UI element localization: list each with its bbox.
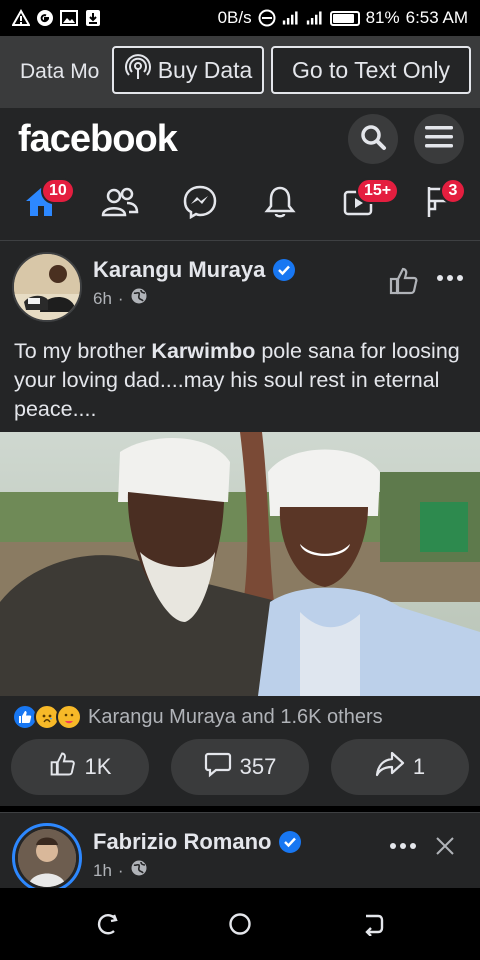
like-button[interactable]: 1K: [11, 739, 149, 795]
tab-bar: 10 15+ 3: [0, 178, 480, 238]
home-badge: 10: [41, 178, 75, 204]
share-icon: [375, 750, 405, 784]
google-icon: [36, 9, 54, 27]
share-count: 1: [412, 754, 426, 779]
post-meta: 1h ·: [93, 859, 148, 882]
author-avatar[interactable]: [12, 823, 82, 893]
author-name-label: Fabrizio Romano: [93, 829, 272, 854]
comment-button[interactable]: 357: [171, 739, 309, 795]
home-nav-icon[interactable]: [228, 912, 252, 936]
post-photo[interactable]: [0, 432, 480, 696]
friends-icon: [100, 186, 140, 223]
page-like-icon[interactable]: [388, 265, 420, 297]
marketplace-badge: 3: [440, 178, 466, 204]
tab-notifications[interactable]: [258, 182, 302, 226]
feed-post: Karangu Muraya 6h · To my brother Karwim…: [0, 240, 480, 806]
menu-icon: [424, 124, 454, 155]
text-only-button[interactable]: Go to Text Only: [271, 46, 471, 94]
post-time[interactable]: 6h: [93, 289, 112, 309]
search-icon: [359, 123, 387, 156]
facebook-logo[interactable]: facebook: [18, 118, 178, 161]
tab-marketplace[interactable]: 3: [416, 178, 466, 226]
watch-badge: 15+: [356, 178, 400, 204]
author-name[interactable]: Karangu Muraya: [93, 257, 296, 283]
signal-2-icon: [306, 9, 324, 27]
signal-icon: [282, 9, 300, 27]
comment-count: 357: [239, 754, 277, 779]
meta-dot: ·: [117, 860, 124, 880]
tab-messenger[interactable]: [178, 182, 222, 226]
broadcast-icon: [124, 53, 152, 87]
status-bar: 0B/s 81% 6:53 AM: [0, 0, 480, 36]
meta-dot: ·: [117, 288, 124, 308]
back-icon[interactable]: [362, 912, 386, 937]
warning-icon: [12, 9, 30, 27]
share-button[interactable]: 1: [331, 739, 469, 795]
menu-button[interactable]: [414, 114, 464, 164]
do-not-disturb-icon: [258, 9, 276, 27]
battery-icon: [329, 10, 360, 26]
post-actions: 1K 357 1: [0, 739, 480, 795]
clock: 6:53 AM: [405, 8, 468, 27]
tab-friends[interactable]: [98, 182, 142, 226]
system-nav-bar: [0, 888, 480, 960]
comment-icon: [204, 750, 232, 784]
globe-icon: [130, 859, 148, 882]
more-options-icon[interactable]: [437, 275, 467, 285]
like-count: 1K: [84, 754, 112, 779]
thumbs-up-icon: [49, 750, 77, 784]
bell-icon: [264, 185, 296, 224]
post-mention[interactable]: Karwimbo: [151, 339, 255, 363]
feed-post: Fabrizio Romano 1h ·: [0, 812, 480, 893]
buy-data-button[interactable]: Buy Data: [112, 46, 264, 94]
author-name-label: Karangu Muraya: [93, 257, 266, 282]
close-icon[interactable]: [434, 835, 456, 857]
author-avatar[interactable]: [12, 252, 82, 322]
verified-badge-icon: [273, 259, 296, 281]
download-icon: [84, 9, 102, 27]
search-button[interactable]: [348, 114, 398, 164]
image-icon: [60, 9, 78, 27]
tab-watch[interactable]: 15+: [338, 178, 400, 226]
globe-icon: [130, 287, 148, 310]
tab-home[interactable]: 10: [19, 178, 75, 226]
reactions-summary[interactable]: Karangu Muraya and 1.6K others: [12, 703, 383, 731]
post-meta: 6h ·: [93, 287, 148, 310]
more-options-icon[interactable]: [390, 843, 420, 853]
post-time[interactable]: 1h: [93, 861, 112, 881]
author-name[interactable]: Fabrizio Romano: [93, 829, 302, 855]
buy-data-label: Buy Data: [157, 56, 253, 83]
recents-icon[interactable]: [96, 912, 120, 936]
reactions-text: Karangu Muraya and 1.6K others: [88, 705, 383, 728]
verified-badge-icon: [279, 831, 302, 853]
app-header: facebook 10 15+ 3: [0, 108, 480, 240]
battery-percent: 81%: [365, 8, 400, 27]
post-text-start: To my brother: [14, 339, 152, 363]
text-only-label: Go to Text Only: [291, 56, 451, 83]
data-mode-label: Data Mo: [20, 60, 100, 83]
network-speed: 0B/s: [217, 8, 252, 27]
care-reaction-icon: [56, 704, 82, 730]
data-mode-bar: Data Mo Buy Data Go to Text Only: [0, 36, 480, 108]
post-text: To my brother Karwimbo pole sana for loo…: [14, 337, 470, 424]
messenger-icon: [183, 185, 217, 224]
